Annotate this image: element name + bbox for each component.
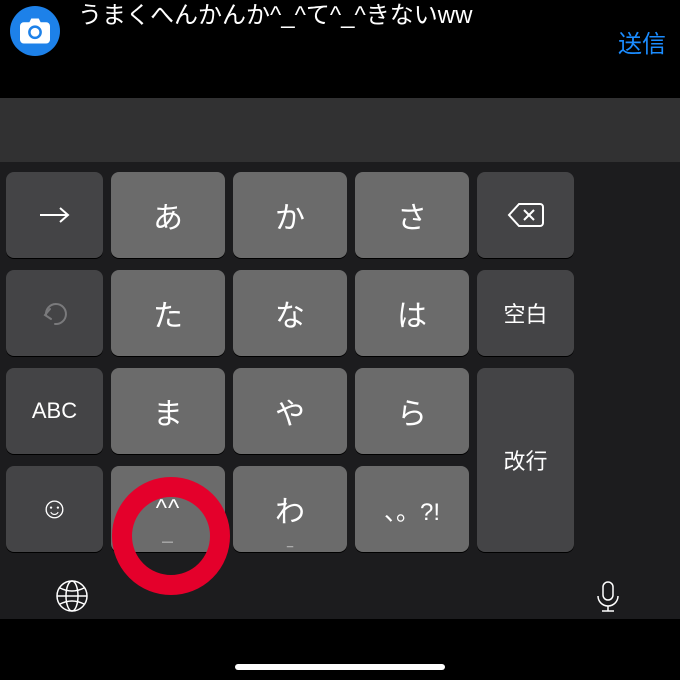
backspace-icon bbox=[507, 202, 545, 228]
arrow-right-icon bbox=[38, 205, 72, 225]
emoji-icon: ☺ bbox=[39, 492, 70, 526]
home-indicator[interactable] bbox=[235, 664, 445, 670]
kana-ya-key[interactable]: や bbox=[233, 368, 347, 454]
kana-wa-sublabel: _ bbox=[287, 536, 293, 548]
abc-key[interactable]: ABC bbox=[6, 368, 103, 454]
kana-ma-key[interactable]: ま bbox=[111, 368, 225, 454]
dictation-key[interactable] bbox=[590, 578, 626, 619]
emoji-key[interactable]: ☺ bbox=[6, 466, 103, 552]
kaomoji-sublabel: — bbox=[162, 536, 174, 548]
kana-ha-key[interactable]: は bbox=[355, 270, 469, 356]
kana-ra-key[interactable]: ら bbox=[355, 368, 469, 454]
send-button[interactable]: 送信 bbox=[618, 0, 670, 59]
punctuation-key[interactable]: 、。?! bbox=[355, 466, 469, 552]
keyboard: ABC ☺ あ か さ た な は ま や ら ^^ — bbox=[0, 162, 680, 619]
kana-ka-key[interactable]: か bbox=[233, 172, 347, 258]
kana-ta-key[interactable]: た bbox=[111, 270, 225, 356]
next-candidate-key[interactable] bbox=[6, 172, 103, 258]
globe-key[interactable] bbox=[54, 578, 90, 619]
message-input[interactable]: うまくへんかんか^_^て^_^きないww bbox=[60, 0, 618, 31]
return-key[interactable]: 改行 bbox=[477, 368, 574, 552]
globe-icon bbox=[54, 578, 90, 614]
undo-icon bbox=[40, 299, 70, 327]
undo-key[interactable] bbox=[6, 270, 103, 356]
microphone-icon bbox=[590, 578, 626, 614]
kana-sa-key[interactable]: さ bbox=[355, 172, 469, 258]
kana-na-key[interactable]: な bbox=[233, 270, 347, 356]
space-key[interactable]: 空白 bbox=[477, 270, 574, 356]
kana-wa-key[interactable]: わ _ bbox=[233, 466, 347, 552]
backspace-key[interactable] bbox=[477, 172, 574, 258]
kaomoji-key[interactable]: ^^ — bbox=[111, 466, 225, 552]
kana-a-key[interactable]: あ bbox=[111, 172, 225, 258]
suggestion-bar[interactable] bbox=[0, 98, 680, 162]
kaomoji-label: ^^ bbox=[156, 495, 181, 523]
camera-icon bbox=[20, 18, 50, 44]
camera-button[interactable] bbox=[10, 6, 60, 56]
kana-wa-label: わ bbox=[275, 487, 305, 531]
